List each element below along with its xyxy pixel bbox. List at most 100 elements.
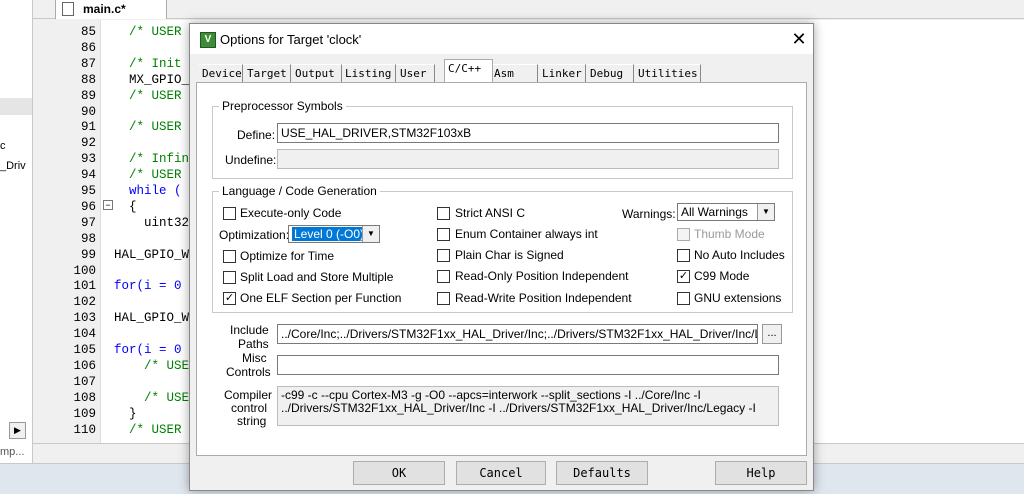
- help-button[interactable]: Help: [715, 461, 807, 485]
- strict-ansi-checkbox[interactable]: [437, 207, 450, 220]
- defaults-button[interactable]: Defaults: [556, 461, 648, 485]
- line-number: 105: [73, 343, 96, 357]
- code-line[interactable]: /* USE: [114, 391, 189, 405]
- rw-pi-checkbox[interactable]: [437, 292, 450, 305]
- line-number: 107: [73, 374, 96, 389]
- tab-output[interactable]: Output: [292, 64, 342, 82]
- project-tree-item[interactable]: c: [0, 140, 6, 152]
- include-paths-label-2: Paths: [238, 337, 269, 351]
- keil-app-icon: V: [200, 32, 216, 48]
- include-paths-label-1: Include: [230, 323, 269, 337]
- compiler-control-string: -c99 -c --cpu Cortex-M3 -g -O0 --apcs=in…: [277, 386, 779, 426]
- one-elf-checkbox[interactable]: ✓: [223, 292, 236, 305]
- tab-linker[interactable]: Linker: [539, 64, 586, 82]
- plain-char-label: Plain Char is Signed: [455, 248, 564, 262]
- line-number: 95: [80, 184, 96, 198]
- code-line[interactable]: HAL_GPIO_W: [114, 248, 189, 262]
- dialog-titlebar[interactable]: V Options for Target 'clock' ✕: [190, 24, 813, 54]
- one-elf-label: One ELF Section per Function: [240, 291, 402, 305]
- code-line[interactable]: /* Infin: [114, 152, 189, 166]
- optimize-time-label: Optimize for Time: [240, 249, 335, 263]
- misc-controls-input[interactable]: [277, 355, 779, 375]
- tab-device[interactable]: Device: [199, 64, 243, 82]
- compiler-label-2: control: [231, 401, 268, 415]
- tab-debug[interactable]: Debug: [587, 64, 634, 82]
- code-line[interactable]: {: [114, 200, 137, 214]
- define-label: Define:: [237, 128, 276, 142]
- optimization-select[interactable]: Level 0 (-O0) ▼: [288, 225, 380, 243]
- code-line[interactable]: /* Init: [114, 57, 182, 71]
- c99-mode-checkbox[interactable]: ✓: [677, 270, 690, 283]
- code-line[interactable]: }: [114, 407, 137, 421]
- line-number: 102: [73, 295, 96, 310]
- line-number: 104: [73, 327, 96, 342]
- warnings-value: All Warnings: [681, 205, 748, 219]
- enum-container-checkbox[interactable]: [437, 228, 450, 241]
- gnu-ext-label: GNU extensions: [694, 291, 782, 305]
- include-paths-input[interactable]: ../Core/Inc;../Drivers/STM32F1xx_HAL_Dri…: [277, 324, 758, 344]
- code-line[interactable]: /* USER: [114, 25, 182, 39]
- fold-margin: [100, 20, 115, 443]
- code-line[interactable]: uint32: [114, 216, 189, 230]
- preprocessor-group-label: Preprocessor Symbols: [219, 99, 346, 113]
- line-number: 91: [80, 120, 96, 135]
- c99-mode-label: C99 Mode: [694, 269, 750, 283]
- line-number: 89: [80, 88, 96, 103]
- execute-only-checkbox[interactable]: [223, 207, 236, 220]
- ro-pi-checkbox[interactable]: [437, 270, 450, 283]
- code-line[interactable]: MX_GPIO_: [114, 73, 189, 87]
- code-line[interactable]: /* USER: [114, 120, 182, 134]
- close-icon[interactable]: ✕: [788, 28, 810, 50]
- ok-button[interactable]: OK: [353, 461, 445, 485]
- cancel-button[interactable]: Cancel: [456, 461, 546, 485]
- code-line[interactable]: for(i = 0: [114, 279, 182, 293]
- line-number: 100: [73, 263, 96, 278]
- undefine-label: Undefine:: [225, 153, 277, 167]
- options-dialog: V Options for Target 'clock' ✕ Device Ta…: [189, 23, 814, 491]
- tab-target[interactable]: Target: [244, 64, 291, 82]
- tab-listing[interactable]: Listing: [342, 64, 396, 82]
- tab-user[interactable]: User: [397, 64, 435, 82]
- undefine-input[interactable]: [277, 149, 779, 169]
- code-line[interactable]: HAL_GPIO_W: [114, 311, 189, 325]
- language-group-label: Language / Code Generation: [219, 184, 380, 198]
- gnu-ext-checkbox[interactable]: [677, 292, 690, 305]
- code-line[interactable]: /* USE: [114, 359, 189, 373]
- tab-cpp[interactable]: C/C++: [444, 59, 493, 82]
- line-number: 110: [73, 422, 96, 437]
- execute-only-label: Execute-only Code: [240, 206, 342, 220]
- optimization-label: Optimization:: [219, 228, 290, 242]
- code-line[interactable]: /* USER: [114, 168, 182, 182]
- ro-pi-label: Read-Only Position Independent: [455, 269, 629, 283]
- code-line[interactable]: /* USER: [114, 89, 182, 103]
- project-tree-item[interactable]: _Driv: [0, 160, 26, 172]
- code-line[interactable]: /* USER: [114, 423, 182, 437]
- editor-tab-bar: main.c*: [33, 0, 1024, 19]
- line-number: 101: [73, 279, 96, 294]
- document-icon: [62, 2, 74, 16]
- tab-utilities[interactable]: Utilities: [635, 64, 701, 82]
- compiler-label-3: string: [237, 414, 267, 428]
- optimize-time-checkbox[interactable]: [223, 250, 236, 263]
- split-load-checkbox[interactable]: [223, 271, 236, 284]
- file-tab-main-c[interactable]: main.c*: [55, 0, 167, 19]
- code-line[interactable]: for(i = 0: [114, 343, 182, 357]
- scroll-right-arrow-icon[interactable]: ▶: [9, 422, 26, 439]
- warnings-select[interactable]: All Warnings ▼: [677, 203, 775, 221]
- strict-ansi-label: Strict ANSI C: [455, 206, 526, 220]
- fold-toggle-icon[interactable]: −: [103, 200, 113, 210]
- cpp-options-panel: Preprocessor Symbols Define: USE_HAL_DRI…: [196, 82, 807, 456]
- code-line[interactable]: while (: [114, 184, 182, 198]
- misc-label-2: Controls: [226, 365, 271, 379]
- define-input[interactable]: USE_HAL_DRIVER,STM32F103xB: [277, 123, 779, 143]
- include-paths-browse-button[interactable]: ...: [762, 324, 782, 344]
- no-auto-includes-checkbox[interactable]: [677, 249, 690, 262]
- project-panel: c _Driv ▶: [0, 0, 33, 463]
- tab-asm[interactable]: Asm: [491, 64, 538, 82]
- project-tree-selection[interactable]: [0, 98, 32, 115]
- plain-char-checkbox[interactable]: [437, 249, 450, 262]
- enum-container-label: Enum Container always int: [455, 227, 598, 241]
- line-number: 108: [73, 390, 96, 405]
- panel-footer-text: mp...: [0, 446, 25, 458]
- no-auto-includes-label: No Auto Includes: [694, 248, 785, 262]
